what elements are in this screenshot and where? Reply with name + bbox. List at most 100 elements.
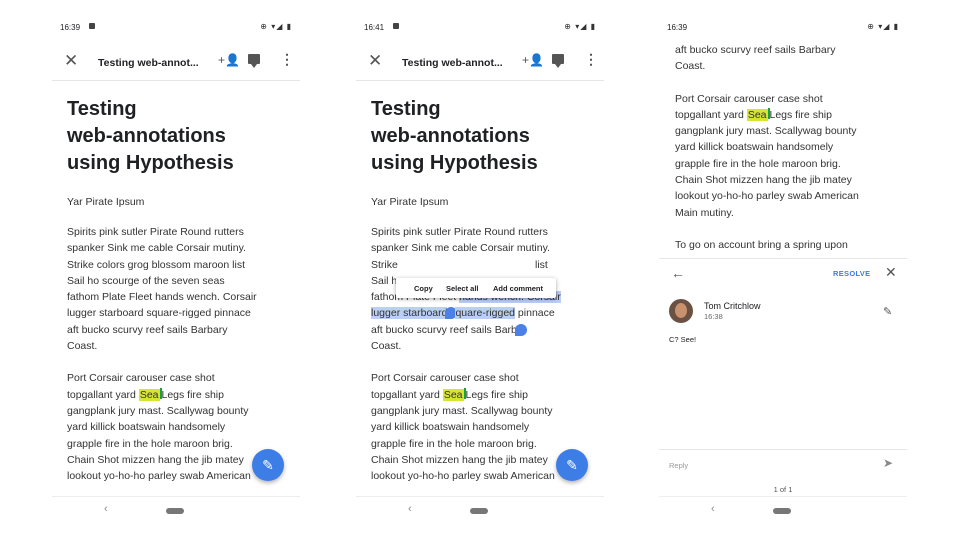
title-line: web-annotations (371, 125, 530, 147)
title-line: Testing (371, 98, 441, 120)
edit-icon[interactable]: ✎ (252, 449, 284, 481)
notification-icon (89, 23, 95, 29)
nav-back-icon[interactable]: ‹ (104, 503, 108, 515)
text-line: Chain Shot mizzen hang the jib matey (67, 453, 244, 466)
article-subtitle: Yar Pirate Ipsum (371, 196, 449, 208)
edit-icon[interactable]: ✎ (883, 305, 892, 318)
status-time: 16:39 (60, 23, 81, 32)
close-icon[interactable]: ✕ (885, 264, 897, 281)
text-line: Spirits pink sutler Pirate Round rutters (371, 226, 548, 238)
selection-handle-end[interactable] (514, 323, 527, 336)
home-pill[interactable] (470, 508, 488, 514)
text-line: aft bucko scurvy reef sails Barbary (67, 323, 228, 336)
text-line: gangplank jury mast. Scallywag bounty (371, 404, 553, 417)
text-line: Port Corsair carouser case shot (675, 92, 823, 105)
status-bar: 16:39 ⊕ ▾◢ ▮ (60, 20, 292, 36)
text-line: topgallant yard (371, 388, 443, 401)
title-line: using Hypothesis (371, 152, 538, 174)
annotation-highlight[interactable]: Sea (138, 388, 160, 401)
title-line: using Hypothesis (67, 152, 234, 174)
text-line: pinnace (515, 307, 555, 320)
copy-menu-item[interactable]: Copy (414, 284, 433, 293)
text-line: Legs fire ship (465, 388, 528, 401)
more-vert-icon[interactable]: ⋮ (280, 51, 294, 68)
home-pill[interactable] (166, 508, 184, 514)
send-icon[interactable]: ➤ (883, 456, 893, 470)
text-line: Sail ho scourge of the seven seas (67, 274, 225, 287)
paragraph: Port Corsair carouser case shot topgalla… (675, 91, 899, 221)
notification-icon (393, 23, 399, 29)
text-line: Main mutiny. (675, 206, 734, 219)
add-person-icon[interactable]: +👤 (522, 53, 544, 67)
comment-pager: 1 of 1 (773, 485, 793, 494)
text-line: Port Corsair carouser case shot (371, 372, 519, 385)
text-line: lookout yo-ho-ho parley swab American (67, 470, 251, 483)
phone-screen-2: 16:41 ⊕ ▾◢ ▮ ✕ Testing web-annot... +👤 ⋮… (356, 0, 604, 540)
text-line: gangplank jury mast. Scallywag bounty (67, 404, 249, 417)
add-person-icon[interactable]: +👤 (218, 53, 240, 67)
text-line: yard killick boatswain handsomely (67, 421, 226, 434)
text-line: Chain Shot mizzen hang the jib matey (675, 174, 852, 187)
comment-icon[interactable] (552, 54, 564, 68)
add-comment-menu-item[interactable]: Add comment (493, 284, 543, 293)
system-nav-bar: ‹ (659, 496, 907, 540)
comment-icon[interactable] (248, 54, 260, 68)
text-line: Chain Shot mizzen hang the jib matey (371, 453, 548, 466)
text-line: lookout yo-ho-ho parley swab American (675, 190, 859, 203)
text-line: aft bucko scurvy reef sails Barb (371, 323, 517, 336)
text-line: grapple fire in the hole maroon brig. (371, 437, 537, 450)
text-line: yard killick boatswain handsomely (371, 421, 530, 434)
nav-back-icon[interactable]: ‹ (408, 503, 412, 515)
resolve-button[interactable]: RESOLVE (833, 269, 870, 278)
page-title: Testing web-annotations using Hypothesis (67, 96, 290, 177)
text-line: Port Corsair carouser case shot (67, 372, 215, 385)
close-icon[interactable]: ✕ (64, 51, 78, 71)
nav-back-icon[interactable]: ‹ (711, 503, 715, 515)
text-selection[interactable]: lugger starboard (371, 307, 448, 320)
title-line: Testing (67, 98, 137, 120)
avatar (669, 299, 693, 323)
text-line: yard killick boatswain handsomely (675, 141, 834, 154)
text-line: topgallant yard (675, 108, 747, 121)
more-vert-icon[interactable]: ⋮ (584, 51, 598, 68)
text-line: grapple fire in the hole maroon brig. (675, 157, 841, 170)
status-time: 16:41 (364, 23, 385, 32)
annotation-highlight[interactable]: Sea (442, 388, 464, 401)
phone-screen-3: 16:39 ⊕ ▾◢ ▮ aft bucko scurvy reef sails… (659, 0, 907, 540)
text-selection[interactable]: quare-rigged (455, 307, 516, 320)
text-line: topgallant yard (67, 388, 139, 401)
paragraph: To go on account bring a spring upon (675, 238, 848, 251)
text-line: lookout yo-ho-ho parley swab American (371, 470, 555, 483)
system-status-icons: ⊕ ▾◢ ▮ (564, 22, 596, 31)
text-line: Legs fire ship (769, 108, 832, 121)
reply-bar: Reply ➤ (659, 449, 907, 474)
text-line: Coast. (371, 340, 402, 353)
app-toolbar: ✕ Testing web-annot... +👤 ⋮ (356, 44, 604, 81)
text-selection-menu: Copy Select all Add comment (396, 278, 556, 298)
paragraph: Spirits pink sutler Pirate Round rutters… (67, 224, 290, 354)
text-line: list (535, 258, 548, 271)
article-content: aft bucko scurvy reef sails Barbary Coas… (675, 42, 899, 269)
text-line: aft bucko scurvy reef sails Barbary (675, 44, 836, 56)
comment-time: 16:38 (704, 312, 723, 321)
reply-input[interactable]: Reply (669, 461, 688, 470)
text-line: Spirits pink sutler Pirate Round rutters (67, 226, 244, 238)
arrow-back-icon[interactable]: ← (671, 265, 685, 281)
comment-text: C? See! (669, 335, 697, 344)
status-time: 16:39 (667, 23, 688, 32)
text-line: Strike (371, 258, 398, 271)
select-all-menu-item[interactable]: Select all (446, 284, 479, 293)
text-line: spanker Sink me cable Corsair mutiny. (67, 242, 246, 255)
home-pill[interactable] (773, 508, 791, 514)
article-content: Testing web-annotations using Hypothesis… (67, 96, 290, 484)
article-subtitle: Yar Pirate Ipsum (67, 196, 145, 208)
close-icon[interactable]: ✕ (368, 51, 382, 71)
text-line: lugger starboard square-rigged pinnace (67, 307, 251, 320)
app-toolbar: ✕ Testing web-annot... +👤 ⋮ (52, 44, 300, 81)
page-title: Testing web-annotations using Hypothesis (371, 96, 594, 177)
annotation-highlight[interactable]: Sea (746, 108, 768, 121)
system-status-icons: ⊕ ▾◢ ▮ (260, 22, 292, 31)
edit-icon[interactable]: ✎ (556, 449, 588, 481)
text-line: gangplank jury mast. Scallywag bounty (675, 125, 857, 138)
text-line: Coast. (675, 60, 706, 73)
